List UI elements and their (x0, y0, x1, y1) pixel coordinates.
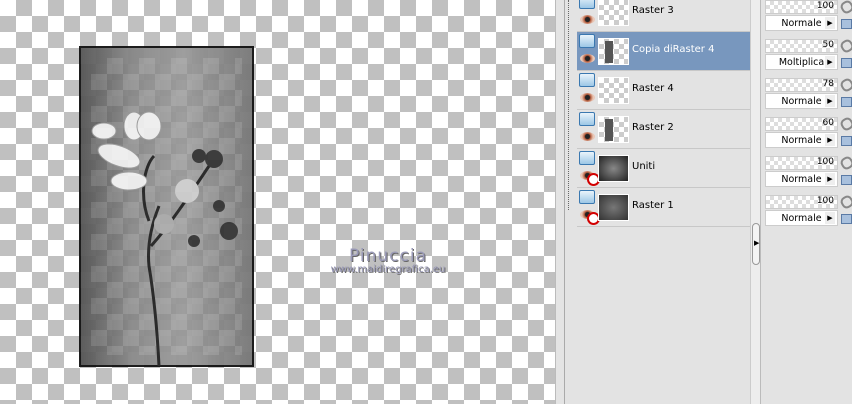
opacity-slider[interactable]: 50 (765, 39, 838, 53)
dropdown-arrow-icon[interactable]: ▶ (825, 134, 835, 146)
panel-divider[interactable] (555, 0, 565, 404)
layers-scrollbar[interactable]: ▶ (750, 0, 760, 404)
link-icon[interactable] (838, 37, 852, 55)
layer-thumbnail (598, 194, 629, 221)
eye-icon[interactable] (580, 54, 595, 63)
eye-hidden-icon[interactable] (580, 171, 600, 186)
dropdown-arrow-icon[interactable]: ▶ (825, 173, 835, 185)
layer-properties: 50 Moltiplica ▶ (763, 37, 852, 78)
layer-name: Uniti (632, 161, 656, 172)
layer-group-icon[interactable] (579, 151, 595, 165)
scrollbar-thumb[interactable]: ▶ (752, 223, 760, 265)
blend-mode-value: Normale (781, 18, 822, 29)
watermark-url: www.maidiregrafica.eu (330, 264, 446, 275)
layer-group-icon[interactable] (579, 73, 595, 87)
link-icon[interactable] (838, 193, 852, 211)
lock-icon[interactable] (841, 136, 852, 146)
blend-mode-value: Normale (781, 135, 822, 146)
link-icon[interactable] (838, 0, 852, 16)
dropdown-arrow-icon[interactable]: ▶ (825, 17, 835, 29)
lock-icon[interactable] (841, 214, 852, 224)
image-layer-flower (79, 46, 254, 367)
lock-icon[interactable] (841, 175, 852, 185)
opacity-value: 100 (816, 196, 834, 206)
layer-row[interactable]: Copia diRaster 4 (577, 32, 750, 71)
dropdown-arrow-icon[interactable]: ▶ (825, 212, 835, 224)
layer-group-icon[interactable] (579, 34, 595, 48)
blend-mode-value: Normale (781, 174, 822, 185)
layer-properties: 60 Normale ▶ (763, 115, 852, 156)
opacity-slider[interactable]: 78 (765, 78, 838, 92)
opacity-value: 60 (822, 118, 834, 128)
layer-name: Copia diRaster 4 (632, 44, 715, 55)
link-icon[interactable] (838, 76, 852, 94)
opacity-slider[interactable]: 100 (765, 156, 838, 170)
layer-name: Raster 2 (632, 122, 674, 133)
layer-row[interactable]: Raster 3 (577, 0, 750, 32)
dropdown-arrow-icon[interactable]: ▶ (825, 95, 835, 107)
lock-icon[interactable] (841, 97, 852, 107)
layer-group-icon[interactable] (579, 112, 595, 126)
eye-icon[interactable] (580, 132, 595, 141)
watermark-name: Pinuccia (349, 246, 427, 266)
layer-thumbnail (598, 155, 629, 182)
layer-properties: 100 Normale ▶ (763, 154, 852, 195)
eye-icon[interactable] (580, 93, 595, 102)
layer-name: Raster 4 (632, 83, 674, 94)
opacity-value: 100 (816, 157, 834, 167)
layer-tree-line (568, 0, 569, 210)
opacity-slider[interactable]: 100 (765, 195, 838, 209)
eye-hidden-icon[interactable] (580, 210, 600, 225)
layer-group-icon[interactable] (579, 190, 595, 204)
link-icon[interactable] (838, 154, 852, 172)
opacity-slider[interactable]: 100 (765, 0, 838, 14)
layer-row[interactable]: Raster 2 (577, 110, 750, 149)
layer-properties: 100 Normale ▶ (763, 193, 852, 234)
image-canvas[interactable]: Pinuccia www.maidiregrafica.eu (0, 0, 555, 404)
layer-thumbnail (598, 116, 629, 143)
opacity-value: 100 (816, 1, 834, 11)
blend-mode-value: Normale (781, 213, 822, 224)
lock-icon[interactable] (841, 19, 852, 29)
layer-thumbnail (598, 38, 629, 65)
layer-name: Raster 3 (632, 5, 674, 16)
layer-row[interactable]: Raster 4 (577, 71, 750, 110)
layer-group-icon[interactable] (579, 0, 595, 9)
layer-row[interactable]: Raster 1 (577, 188, 750, 227)
opacity-value: 78 (822, 79, 834, 89)
link-icon[interactable] (838, 115, 852, 133)
flower-branch-image (91, 111, 238, 367)
dropdown-arrow-icon[interactable]: ▶ (825, 56, 835, 68)
opacity-slider[interactable]: 60 (765, 117, 838, 131)
eye-icon[interactable] (580, 15, 595, 24)
blend-mode-value: Moltiplica (778, 57, 825, 68)
layer-name: Raster 1 (632, 200, 674, 211)
watermark: Pinuccia www.maidiregrafica.eu (318, 246, 458, 275)
layer-properties: 78 Normale ▶ (763, 76, 852, 117)
lock-icon[interactable] (841, 58, 852, 68)
blend-mode-value: Normale (781, 96, 822, 107)
opacity-value: 50 (822, 40, 834, 50)
layer-row[interactable]: Uniti (577, 149, 750, 188)
layer-thumbnail (598, 77, 629, 104)
layer-thumbnail (598, 0, 629, 26)
layer-properties: 100 Normale ▶ (763, 0, 852, 39)
